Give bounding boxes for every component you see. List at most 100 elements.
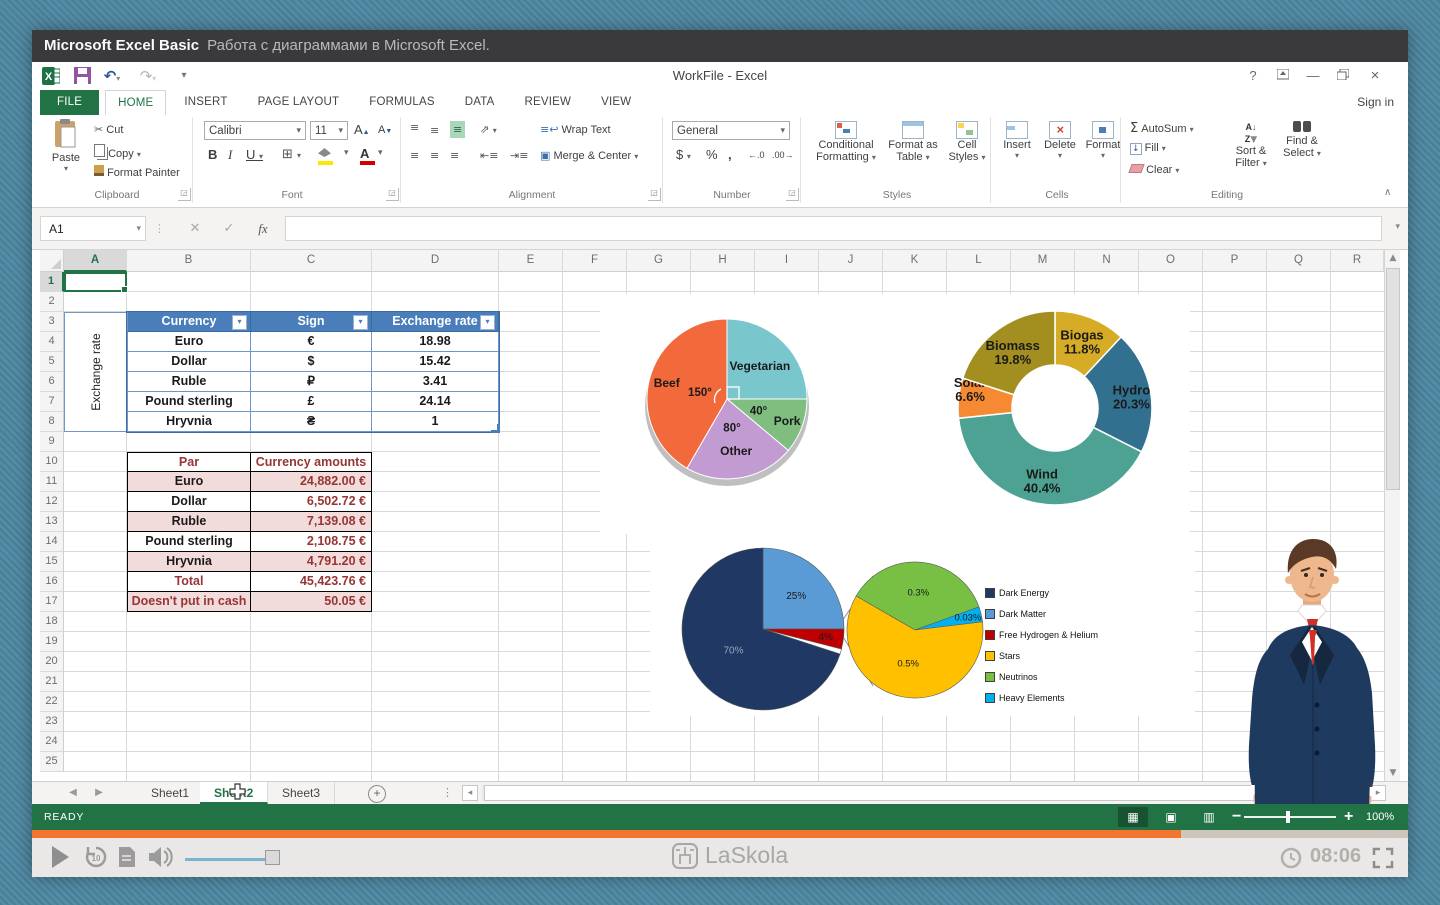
enter-entry-button[interactable]: ✓ — [216, 216, 242, 241]
legend-item[interactable]: Dark Matter — [985, 603, 1098, 624]
copy-button[interactable]: Copy ▾ — [94, 144, 141, 160]
middle-align-button[interactable]: ≡ — [430, 124, 439, 137]
fill-button[interactable]: ↓ Fill ▾ — [1130, 142, 1166, 154]
sign-in-link[interactable]: Sign in — [1357, 90, 1394, 115]
save-icon[interactable] — [74, 67, 91, 84]
accounting-format-button[interactable]: $ ▾ — [676, 147, 691, 162]
top-align-button[interactable]: ≡ — [410, 121, 419, 134]
cancel-entry-button[interactable]: ✕ — [182, 216, 208, 241]
transcript-button[interactable] — [118, 846, 136, 868]
tab-page-layout[interactable]: PAGE LAYOUT — [246, 90, 352, 115]
prev-sheet-arrow[interactable]: ◀ — [62, 782, 84, 804]
merge-center-button[interactable]: ▣ Merge & Center ▾ — [540, 149, 638, 162]
format-painter-button[interactable]: Format Painter — [94, 165, 180, 179]
zoom-out-button[interactable]: − — [1232, 804, 1241, 830]
increase-indent-button[interactable]: ⇥≡ — [510, 149, 528, 162]
tab-data[interactable]: DATA — [453, 90, 507, 115]
font-family-select[interactable]: Calibri▾ — [204, 121, 306, 140]
horizontal-scroll-thumb[interactable] — [484, 785, 1334, 801]
play-button[interactable] — [52, 846, 69, 868]
grow-font-button[interactable]: A▲ — [354, 122, 370, 137]
new-sheet-button[interactable]: + — [368, 785, 386, 803]
video-progress-bar[interactable] — [32, 830, 1408, 838]
page-layout-view-button[interactable]: ▣ — [1156, 807, 1186, 827]
legend-item[interactable]: Dark Energy — [985, 582, 1098, 603]
legend-item[interactable]: Stars — [985, 645, 1098, 666]
clear-button[interactable]: Clear ▾ — [1130, 164, 1179, 176]
align-right-button[interactable]: ≡ — [450, 149, 459, 162]
align-left-button[interactable]: ≡ — [410, 149, 419, 162]
delete-cells-button[interactable]: × Delete▾ — [1040, 121, 1080, 160]
format-as-table-button[interactable]: Format asTable ▾ — [882, 121, 944, 163]
rewind-10-button[interactable]: 10 — [84, 845, 108, 869]
wrap-text-button[interactable]: ≡↩ Wrap Text — [540, 123, 611, 136]
decrease-indent-button[interactable]: ⇤≡ — [480, 149, 498, 162]
sort-filter-button[interactable]: A↓Z▼ Sort &Filter ▾ — [1228, 121, 1274, 169]
cut-button[interactable]: ✂ Cut — [94, 123, 123, 136]
paste-dropdown[interactable]: ▾ — [46, 164, 86, 173]
tab-view[interactable]: VIEW — [589, 90, 643, 115]
underline-button[interactable]: U ▾ — [246, 147, 263, 162]
italic-button[interactable]: I — [228, 147, 232, 163]
volume-slider[interactable] — [185, 858, 277, 861]
format-cells-button[interactable]: Format▾ — [1082, 121, 1124, 160]
zoom-in-button[interactable]: + — [1344, 804, 1353, 830]
fill-color-dropdown[interactable]: ▾ — [344, 148, 349, 158]
zoom-level[interactable]: 100% — [1366, 804, 1394, 830]
customize-qat-button[interactable]: ▾ — [174, 66, 194, 86]
comma-style-button[interactable]: , — [728, 147, 732, 162]
namebox-splitter[interactable]: ⋮ — [154, 222, 165, 235]
cell-styles-button[interactable]: CellStyles ▾ — [946, 121, 988, 163]
scroll-up-button[interactable]: ▲ — [1385, 250, 1400, 266]
sheet-tab-sheet1[interactable]: Sheet1 — [137, 782, 204, 804]
spreadsheet[interactable]: ABCDEFGHIJKLMNOPQR 123456789101112131415… — [40, 250, 1400, 781]
redo-button[interactable]: ↷▾ — [138, 66, 158, 86]
number-format-select[interactable]: General▾ — [672, 121, 790, 140]
legend-item[interactable]: Heavy Elements — [985, 687, 1098, 708]
autosum-button[interactable]: Σ AutoSum ▾ — [1130, 121, 1194, 136]
font-size-select[interactable]: 11▾ — [310, 121, 348, 140]
volume-slider-handle[interactable] — [265, 850, 280, 865]
close-button[interactable]: × — [1362, 65, 1388, 87]
help-button[interactable]: ? — [1240, 65, 1266, 87]
tab-home[interactable]: HOME — [105, 90, 166, 115]
number-dialog-launcher[interactable]: ◲ — [786, 188, 799, 201]
next-sheet-arrow[interactable]: ▶ — [88, 782, 110, 804]
find-select-button[interactable]: Find &Select ▾ — [1278, 121, 1326, 159]
restore-button[interactable] — [1330, 65, 1356, 87]
normal-view-button[interactable]: ▦ — [1118, 807, 1148, 827]
tab-file[interactable]: FILE — [40, 90, 99, 115]
formula-input[interactable] — [285, 216, 1382, 241]
align-center-button[interactable]: ≡ — [430, 149, 439, 162]
hscroll-left-button[interactable]: ◂ — [462, 785, 478, 801]
expand-formula-bar-button[interactable]: ▾ — [1395, 222, 1400, 232]
alignment-dialog-launcher[interactable]: ◲ — [648, 188, 661, 201]
fullscreen-button[interactable] — [1372, 847, 1394, 869]
paste-button[interactable]: Paste ▾ — [46, 119, 86, 173]
font-color-dropdown[interactable]: ▾ — [378, 148, 383, 158]
page-break-view-button[interactable]: ▥ — [1194, 807, 1224, 827]
minimize-button[interactable]: — — [1300, 65, 1326, 87]
legend-item[interactable]: Neutrinos — [985, 666, 1098, 687]
font-color-button[interactable]: A — [360, 146, 375, 165]
undo-button[interactable]: ↶▾ — [102, 66, 122, 86]
increase-decimal-button[interactable]: ←.0 — [748, 150, 765, 160]
shrink-font-button[interactable]: A▼ — [378, 124, 392, 136]
tabbar-splitter[interactable]: ⋮ — [442, 786, 453, 799]
fill-color-button[interactable] — [318, 148, 333, 165]
conditional-formatting-button[interactable]: ConditionalFormatting ▾ — [814, 121, 878, 163]
zoom-slider[interactable] — [1244, 816, 1336, 818]
tab-formulas[interactable]: FORMULAS — [357, 90, 447, 115]
decrease-decimal-button[interactable]: .00→ — [772, 150, 794, 160]
tab-insert[interactable]: INSERT — [172, 90, 239, 115]
tab-review[interactable]: REVIEW — [513, 90, 584, 115]
collapse-ribbon-button[interactable]: ∧ — [1384, 187, 1391, 198]
legend-item[interactable]: Free Hydrogen & Helium — [985, 624, 1098, 645]
clipboard-dialog-launcher[interactable]: ◲ — [178, 188, 191, 201]
volume-icon[interactable] — [148, 846, 174, 868]
bottom-align-button[interactable]: ≡ — [450, 121, 465, 138]
vertical-scroll-thumb[interactable] — [1386, 268, 1400, 490]
name-box[interactable]: A1▾ — [40, 216, 146, 241]
insert-cells-button[interactable]: Insert▾ — [998, 121, 1036, 160]
sheet-tab-sheet3[interactable]: Sheet3 — [268, 782, 335, 804]
